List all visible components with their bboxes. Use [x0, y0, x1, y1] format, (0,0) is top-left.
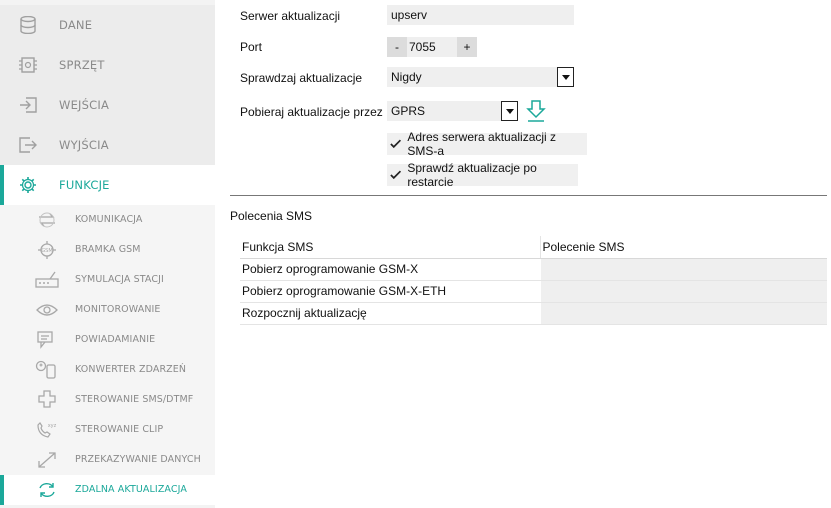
sidebar-subitem-konwerter-zdarzen[interactable]: KONWERTER ZDARZEŃ: [0, 355, 215, 385]
sidebar-item-funkcje[interactable]: FUNKCJE: [0, 165, 215, 205]
sms-commands-title: Polecenia SMS: [230, 209, 313, 223]
eye-icon: [36, 304, 58, 316]
database-icon: [20, 16, 36, 34]
sidebar-subitem-label: SYMULACJA STACJI: [75, 274, 164, 285]
arrows-icon: [39, 212, 55, 228]
sidebar-subitem-sterowanie-clip[interactable]: xyz STEROWANIE CLIP: [0, 415, 215, 445]
sidebar-subitem-label: PRZEKAZYWANIE DANYCH: [75, 454, 201, 465]
refresh-icon: [39, 482, 55, 498]
sidebar-subitem-sterowanie-sms-dtmf[interactable]: STEROWANIE SMS/DTMF: [0, 385, 215, 415]
port-decrement-button[interactable]: -: [387, 37, 407, 57]
sms-server-checkbox-label: Adres serwera aktualizacji z SMS-a: [407, 130, 557, 158]
station-icon: [35, 271, 59, 288]
sidebar-item-wejscia[interactable]: WEJŚCIA: [0, 85, 215, 125]
checkmark-icon: [390, 139, 402, 149]
sidebar-subitem-powiadamianie[interactable]: POWIADAMIANIE: [0, 325, 215, 355]
sidebar-item-sprzet[interactable]: SPRZĘT: [0, 45, 215, 85]
sidebar: DANE SPRZĘT WEJŚCIA WYJŚCIA FUNKCJE KOMU…: [0, 0, 215, 508]
sidebar-item-label: WEJŚCIA: [59, 98, 110, 112]
sidebar-item-wyjscia[interactable]: WYJŚCIA: [0, 125, 215, 165]
dpad-icon: [38, 390, 56, 408]
sidebar-subitem-symulacja-stacji[interactable]: SYMULACJA STACJI: [0, 265, 215, 295]
chevron-down-icon[interactable]: [501, 101, 518, 121]
sidebar-subitem-label: KOMUNIKACJA: [75, 214, 143, 225]
converter-icon: [35, 360, 56, 379]
section-divider: [230, 195, 827, 196]
command-input[interactable]: [539, 302, 827, 325]
sidebar-subitem-label: ZDALNA AKTUALIZACJA: [75, 484, 187, 495]
sidebar-subitem-label: MONITOROWANIE: [75, 304, 161, 315]
sidebar-subitem-label: KONWERTER ZDARZEŃ: [75, 364, 187, 375]
port-label: Port: [240, 40, 263, 54]
chat-icon: [37, 331, 53, 349]
sidebar-subitem-zdalna-aktualizacja[interactable]: ZDALNA AKTUALIZACJA: [0, 475, 215, 505]
sidebar-subitem-bramka-gsm[interactable]: GSM BRAMKA GSM: [0, 235, 215, 265]
sidebar-item-label: FUNKCJE: [59, 178, 110, 192]
sidebar-subitem-label: BRAMKA GSM: [75, 244, 141, 255]
column-header: Funkcja SMS: [240, 236, 540, 259]
svg-text:xyz: xyz: [48, 423, 57, 429]
check-updates-label: Sprawdzaj aktualizacje: [240, 71, 363, 85]
chevron-down-icon[interactable]: [557, 67, 574, 87]
main-content: Serwer aktualizacji upserv Port - 7055 +…: [215, 0, 831, 508]
server-input[interactable]: upserv: [387, 5, 574, 25]
check-updates-select[interactable]: Nigdy: [387, 67, 574, 87]
svg-text:GSM: GSM: [41, 248, 52, 254]
sidebar-item-label: DANE: [59, 18, 93, 32]
table-header-row: Funkcja SMS Polecenie SMS: [240, 236, 827, 259]
sidebar-item-label: WYJŚCIA: [59, 138, 109, 152]
download-via-label: Pobieraj aktualizacje przez: [240, 105, 383, 119]
function-cell: Pobierz oprogramowanie GSM-X: [240, 258, 540, 281]
input-icon: [20, 97, 37, 113]
check-updates-value: Nigdy: [391, 70, 422, 84]
output-icon: [19, 137, 37, 153]
sms-server-checkbox[interactable]: Adres serwera aktualizacji z SMS-a: [387, 130, 587, 158]
gsm-icon: GSM: [38, 241, 56, 259]
port-input[interactable]: 7055: [407, 37, 457, 57]
sidebar-subitem-przekazywanie-danych[interactable]: PRZEKAZYWANIE DANYCH: [0, 445, 215, 475]
chip-icon: [19, 57, 37, 73]
download-via-select[interactable]: GPRS: [387, 101, 518, 121]
sidebar-subitem-monitorowanie[interactable]: MONITOROWANIE: [0, 295, 215, 325]
sms-commands-table: Funkcja SMS Polecenie SMS Pobierz oprogr…: [240, 236, 827, 325]
download-icon[interactable]: [525, 99, 547, 123]
sidebar-item-label: SPRZĘT: [59, 58, 105, 72]
sidebar-subitem-label: STEROWANIE CLIP: [75, 424, 164, 435]
sidebar-item-dane[interactable]: DANE: [0, 5, 215, 45]
transfer-icon: [38, 452, 56, 468]
table-row: Rozpocznij aktualizację: [240, 302, 827, 325]
function-cell: Pobierz oprogramowanie GSM-X-ETH: [240, 280, 540, 303]
restart-checkbox-label: Sprawdź aktualizacje po restarcie: [407, 161, 537, 189]
function-cell: Rozpocznij aktualizację: [240, 302, 540, 325]
restart-checkbox[interactable]: Sprawdź aktualizacje po restarcie: [387, 161, 578, 189]
server-label: Serwer aktualizacji: [240, 9, 341, 23]
phone-icon: xyz: [37, 422, 57, 438]
table-row: Pobierz oprogramowanie GSM-X: [240, 258, 827, 281]
command-input[interactable]: [539, 258, 827, 281]
command-input[interactable]: [539, 280, 827, 303]
checkmark-icon: [390, 170, 402, 180]
table-row: Pobierz oprogramowanie GSM-X-ETH: [240, 280, 827, 303]
gear-icon: [20, 177, 36, 193]
column-header: Polecenie SMS: [539, 236, 827, 259]
sidebar-subitem-komunikacja[interactable]: KOMUNIKACJA: [0, 205, 215, 235]
sidebar-subitem-label: STEROWANIE SMS/DTMF: [75, 394, 194, 405]
download-via-value: GPRS: [391, 104, 426, 118]
port-increment-button[interactable]: +: [457, 37, 477, 57]
sidebar-subitem-label: POWIADAMIANIE: [75, 334, 156, 345]
